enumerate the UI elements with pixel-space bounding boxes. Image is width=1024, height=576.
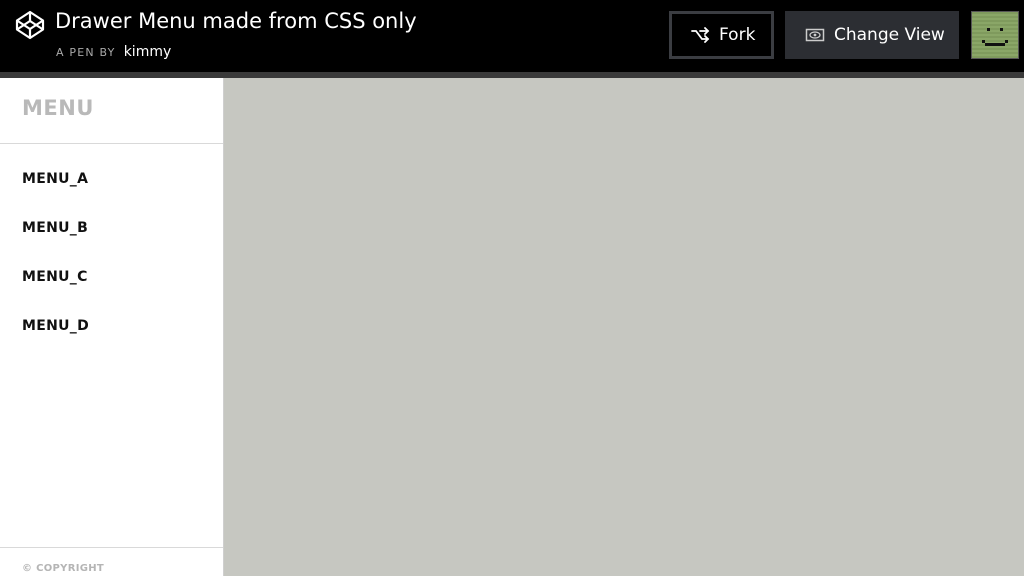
menu-item-b[interactable]: MENU_B: [22, 220, 88, 236]
byline-prefix: A PEN BY: [56, 46, 116, 59]
drawer-menu: MENU MENU_A MENU_B MENU_C MENU_D © COPYR…: [0, 78, 224, 576]
user-avatar[interactable]: [971, 11, 1019, 59]
avatar-face-icon: [982, 28, 1008, 46]
change-view-button[interactable]: Change View: [785, 11, 959, 59]
footer-divider: [0, 547, 223, 548]
menu-divider: [0, 143, 223, 144]
change-view-button-label: Change View: [834, 25, 945, 45]
pen-header: Drawer Menu made from CSS only A PEN BY …: [0, 0, 1024, 72]
copyright-text: © COPYRIGHT: [22, 563, 105, 574]
menu-heading: MENU: [22, 96, 94, 120]
menu-item-c[interactable]: MENU_C: [22, 269, 88, 285]
eye-icon: [805, 28, 825, 42]
fork-icon: [691, 27, 710, 43]
author-link[interactable]: kimmy: [124, 44, 172, 60]
codepen-logo-icon[interactable]: [14, 9, 46, 41]
pen-title: Drawer Menu made from CSS only: [55, 9, 417, 33]
menu-item-a[interactable]: MENU_A: [22, 171, 88, 187]
menu-item-d[interactable]: MENU_D: [22, 318, 89, 334]
main-content-area: [224, 78, 1024, 576]
pen-byline: A PEN BY kimmy: [56, 41, 171, 60]
fork-button[interactable]: Fork: [669, 11, 774, 59]
fork-button-label: Fork: [719, 25, 756, 45]
